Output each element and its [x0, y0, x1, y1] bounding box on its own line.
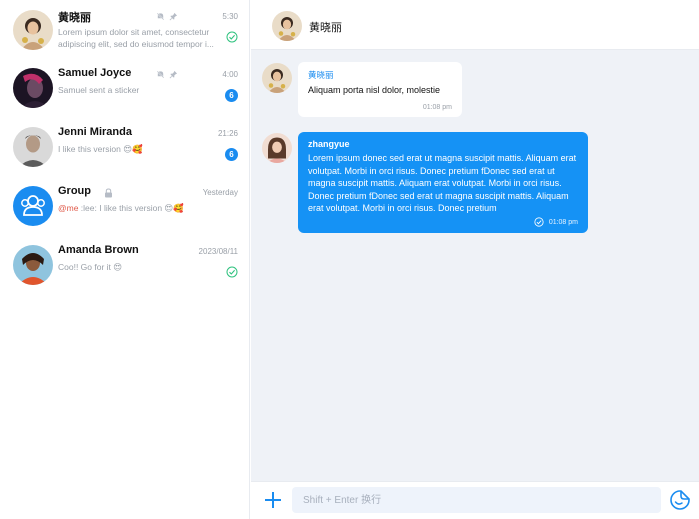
conversation-preview: @me :lee: I like this version 😍🥰 [58, 202, 218, 214]
chat-title: 黄晓丽 [309, 22, 342, 34]
chat-header: 黄晓丽 [251, 0, 699, 50]
mention-tag: @me [58, 203, 79, 213]
group-icon [21, 195, 45, 216]
conversation-preview: I like this version 😍🥰 [58, 144, 143, 154]
double-check-icon [226, 31, 238, 43]
message-time: 01:08 pm [422, 104, 452, 111]
message-text: Lorem ipsum donec sed erat ut magna susc… [308, 153, 577, 213]
sticker-icon[interactable] [669, 489, 691, 511]
conversation-preview: Lorem ipsum dolor sit amet, consectetur … [58, 27, 214, 49]
message-sender: 黄晓丽 [308, 70, 334, 80]
conversation-item[interactable]: Jenni Miranda 21:26 I like this version … [0, 117, 250, 175]
group-avatar [13, 186, 53, 226]
sender-avatar[interactable] [262, 63, 292, 93]
message-sender: zhangyue [308, 139, 350, 149]
chat-panel: 黄晓丽 黄晓丽 Aliquam porta nisl dolor, molest… [251, 0, 699, 519]
conversation-item[interactable]: Group Yesterday @me :lee: I like this ve… [0, 176, 250, 234]
conversation-name: 黄晓丽 [58, 12, 91, 24]
conversation-time: 21:26 [217, 129, 238, 138]
conversation-name: Amanda Brown [58, 244, 139, 256]
lock-icon [105, 188, 112, 198]
avatar [13, 127, 53, 167]
conversation-item[interactable]: Samuel Joyce 4:00 Samuel sent a sticker … [0, 58, 250, 116]
conversation-time: Yesterday [202, 188, 238, 197]
avatar [13, 68, 53, 108]
message-text: Aliquam porta nisl dolor, molestie [308, 85, 441, 95]
message-composer [251, 481, 699, 519]
conversation-preview: Samuel sent a sticker [58, 85, 140, 95]
conversation-time: 2023/08/11 [198, 247, 238, 256]
muted-bell-icon [156, 12, 165, 21]
avatar [13, 10, 53, 50]
avatar [13, 245, 53, 285]
message-time: 01:08 pm [548, 218, 578, 226]
plus-icon[interactable] [263, 490, 283, 510]
muted-bell-icon [156, 70, 165, 79]
preview-text: :lee: I like this version 😍🥰 [78, 203, 184, 213]
read-check-icon [534, 217, 544, 227]
chat-avatar[interactable] [272, 11, 302, 41]
conversation-list: 黄晓丽 5:30 Lorem ipsum dolor sit amet, con… [0, 0, 250, 519]
conversation-time: 5:30 [222, 12, 238, 21]
sender-avatar[interactable] [262, 133, 292, 163]
unread-badge: 6 [225, 89, 238, 102]
conversation-name: Samuel Joyce [58, 67, 132, 79]
conversation-item[interactable]: Amanda Brown 2023/08/11 Coo!! Go for it … [0, 235, 250, 293]
unread-badge: 6 [225, 148, 238, 161]
pin-icon [169, 12, 178, 21]
conversation-name: Group [58, 185, 91, 197]
chat-app: 黄晓丽 5:30 Lorem ipsum dolor sit amet, con… [0, 0, 699, 519]
pin-icon [169, 70, 178, 79]
conversation-preview: Coo!! Go for it 😍 [58, 262, 123, 272]
conversation-name: Jenni Miranda [58, 126, 132, 138]
message-input[interactable] [292, 487, 661, 513]
double-check-icon [226, 266, 238, 278]
message-bubble[interactable]: 黄晓丽 Aliquam porta nisl dolor, molestie 0… [298, 62, 462, 117]
message-bubble[interactable]: zhangyue Lorem ipsum donec sed erat ut m… [298, 132, 588, 233]
conversation-item[interactable]: 黄晓丽 5:30 Lorem ipsum dolor sit amet, con… [0, 0, 250, 58]
conversation-time: 4:00 [222, 70, 238, 79]
